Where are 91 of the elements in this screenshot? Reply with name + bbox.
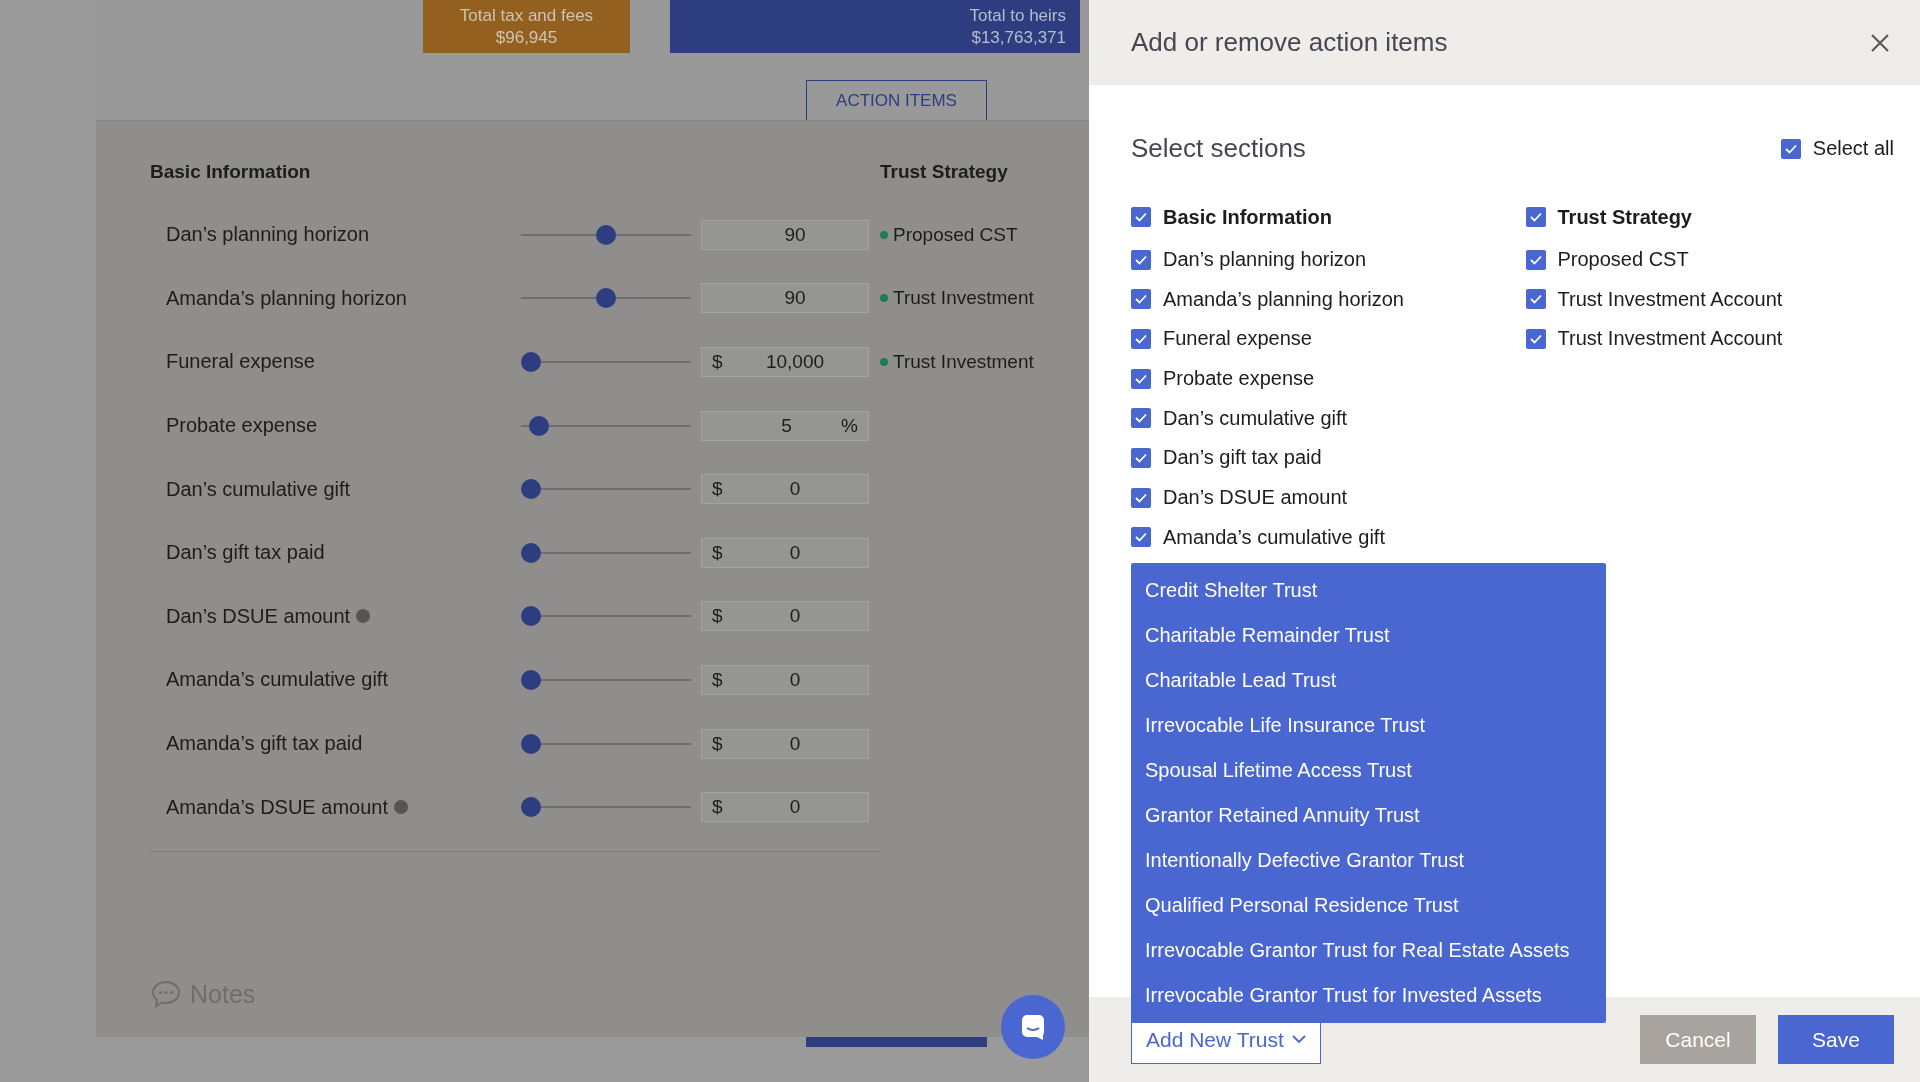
checkbox-label: Funeral expense [1163, 327, 1312, 351]
action-items-tab[interactable]: ACTION ITEMS [806, 80, 987, 120]
menu-item[interactable]: Intentionally Defective Grantor Trust [1131, 838, 1606, 883]
checkbox-label: Basic Information [1163, 205, 1332, 229]
checkbox[interactable] [1131, 328, 1151, 349]
trust-item: Proposed CST [893, 223, 1018, 246]
checkbox[interactable] [1131, 207, 1151, 228]
checkbox[interactable] [1131, 249, 1151, 270]
checkbox-label: Trust Investment Account [1557, 287, 1783, 311]
checkbox[interactable] [1525, 249, 1546, 270]
checkbox[interactable] [1525, 328, 1546, 349]
slider-thumb[interactable] [521, 733, 541, 754]
close-button[interactable] [1870, 32, 1890, 53]
checkbox[interactable] [1131, 447, 1151, 468]
menu-item[interactable]: Charitable Lead Trust [1131, 658, 1606, 703]
checkbox[interactable] [1780, 138, 1801, 159]
checkbox-label: Proposed CST [1557, 248, 1689, 272]
checkmark-icon [1528, 210, 1543, 225]
checkbox[interactable] [1525, 289, 1546, 310]
slider-thumb[interactable] [596, 288, 616, 309]
checkmark-icon [1134, 292, 1148, 307]
section-heading: Trust Strategy [880, 161, 1009, 184]
trust-item: Trust Investment [893, 351, 1034, 373]
checkbox-label: Amanda’s planning horizon [1163, 287, 1404, 311]
menu-item[interactable]: Irrevocable Grantor Trust for Real Estate Assets [1131, 928, 1606, 973]
menu-item[interactable]: Charitable Remainder Trust [1131, 613, 1606, 658]
checkbox[interactable] [1131, 527, 1151, 548]
field-label: Dan’s cumulative gift [166, 477, 351, 501]
summary-tile: Total to heirs $13,763,371 [670, 0, 1080, 53]
value-field[interactable]: $ 0 [701, 728, 869, 759]
value-field[interactable]: 90 [701, 283, 869, 314]
field-label: Amanda’s gift tax paid [166, 732, 363, 756]
slider-thumb[interactable] [521, 542, 541, 563]
value-field[interactable]: 5 % [701, 410, 869, 441]
checkmark-icon [1528, 292, 1543, 307]
field-label: Amanda’s DSUE amount [166, 795, 388, 819]
checkbox-label: Amanda’s cumulative gift [1163, 525, 1385, 549]
checkbox-label: Dan’s DSUE amount [1163, 486, 1348, 510]
checkbox-label: Select all [1812, 137, 1894, 161]
checkbox[interactable] [1525, 207, 1546, 228]
caret-icon [1291, 1035, 1306, 1044]
dialog-title: Add or remove action items [1131, 27, 1448, 58]
menu-item[interactable]: Credit Shelter Trust [1131, 568, 1606, 613]
value-field[interactable]: $ 0 [701, 537, 869, 568]
chat-icon [1019, 1013, 1047, 1041]
value-field[interactable]: $ 0 [701, 664, 869, 695]
section-heading: Basic Information [150, 161, 312, 184]
field-label: Probate expense [166, 414, 318, 438]
field-label: Amanda’s cumulative gift [166, 668, 388, 692]
menu-item[interactable]: Grantor Retained Annuity Trust [1131, 793, 1606, 838]
save-button[interactable]: Save [1778, 1015, 1894, 1064]
checkbox-label: Dan’s gift tax paid [1163, 446, 1322, 470]
checkbox[interactable] [1131, 408, 1151, 429]
checkmark-icon [1134, 210, 1148, 225]
value-field[interactable]: 90 [701, 219, 869, 250]
value-field[interactable]: $ 0 [701, 474, 869, 505]
slider-thumb[interactable] [521, 352, 541, 372]
field-label: Dan’s planning horizon [166, 223, 370, 247]
checkmark-icon [1134, 530, 1148, 545]
summary-tile: Total tax and fees $96,945 [423, 0, 630, 53]
value-field[interactable]: $ 0 [701, 792, 869, 823]
menu-item[interactable]: Spousal Lifetime Access Trust [1131, 748, 1606, 793]
slider-thumb[interactable] [521, 606, 541, 627]
checkbox[interactable] [1131, 368, 1151, 389]
field-label: Dan’s DSUE amount [166, 604, 351, 628]
checkbox[interactable] [1131, 289, 1151, 310]
field-label: Funeral expense [166, 350, 315, 374]
checkbox-label: Trust Investment Account [1557, 327, 1783, 351]
field-label: Amanda’s planning horizon [166, 286, 407, 310]
menu-item[interactable]: Irrevocable Grantor Trust for Invested Assets [1131, 973, 1606, 1018]
trust-item: Trust Investment [893, 287, 1034, 310]
value-field[interactable]: $ 10,000 [701, 347, 869, 377]
menu-item[interactable]: Irrevocable Life Insurance Trust [1131, 703, 1606, 748]
slider-thumb[interactable] [528, 415, 549, 436]
checkbox-label: Trust Strategy [1557, 205, 1692, 229]
section-heading: Select sections [1131, 133, 1306, 165]
slider-thumb[interactable] [521, 797, 541, 818]
checkbox-label: Probate expense [1163, 367, 1315, 391]
value-field[interactable]: $ 0 [701, 601, 869, 632]
checkbox-label: Dan’s planning horizon [1163, 248, 1367, 272]
info-icon[interactable] [356, 609, 371, 624]
speech-bubble-icon [150, 979, 182, 1009]
info-icon[interactable] [393, 800, 408, 815]
menu-item[interactable]: Qualified Personal Residence Trust [1131, 883, 1606, 928]
slider-thumb[interactable] [521, 479, 541, 500]
slider-thumb[interactable] [521, 669, 541, 690]
checkmark-icon [1134, 411, 1148, 426]
checkbox-label: Dan’s cumulative gift [1163, 406, 1348, 430]
checkbox[interactable] [1131, 487, 1151, 508]
field-label: Dan’s gift tax paid [166, 541, 325, 565]
slider-thumb[interactable] [596, 224, 616, 245]
